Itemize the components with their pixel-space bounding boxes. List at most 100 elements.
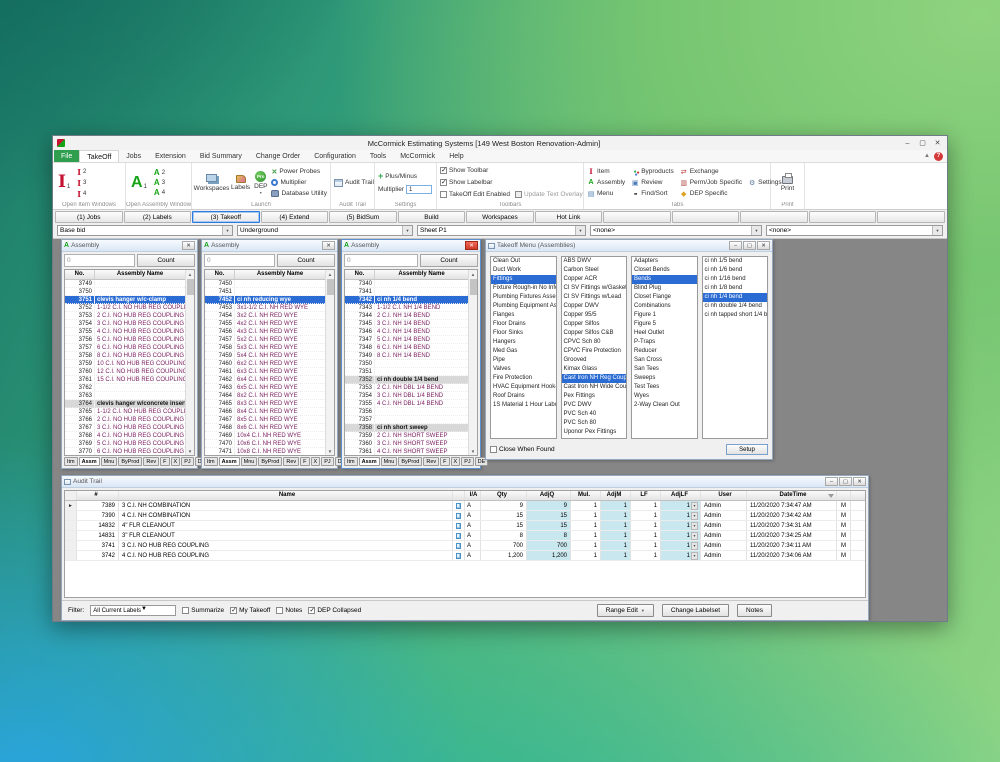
scrollbar[interactable]: ▲ ▼ xyxy=(325,270,334,455)
ribbon-tab-toggle[interactable]: Menu xyxy=(587,188,625,199)
area-dropdown[interactable]: Underground ▼ xyxy=(237,225,413,236)
column-header-name[interactable]: Assembly Name xyxy=(375,270,468,279)
list-item[interactable]: 7353 2 C.I. NH DBL 1/4 BEND xyxy=(345,384,468,392)
list-item[interactable]: 7341 xyxy=(345,288,468,296)
column-header[interactable]: AdjLF xyxy=(661,491,701,500)
list-item[interactable]: Test Tees xyxy=(632,383,697,392)
ribbon-tab-toggle[interactable]: Find/Sort xyxy=(631,188,674,199)
list-item[interactable]: ci nh 1/16 bend xyxy=(703,275,768,284)
list-item[interactable]: Bends xyxy=(632,275,697,284)
ribbon-tab[interactable]: Bid Summary xyxy=(193,150,249,162)
panel-tab[interactable]: PJ xyxy=(181,457,193,466)
row-selector[interactable] xyxy=(65,531,77,540)
list-item[interactable]: 7342 ci nh 1/4 bend xyxy=(345,296,468,304)
list-item[interactable]: 7452 ci nh reducing wye xyxy=(205,296,325,304)
nav-button[interactable] xyxy=(740,211,808,223)
list-item[interactable]: 7459 5x4 C.I. NH RED WYE xyxy=(205,352,325,360)
dep-collapsed-checkbox[interactable]: DEP Collapsed xyxy=(308,605,361,616)
list-item[interactable]: 7340 xyxy=(345,280,468,288)
list-item[interactable]: Plumbing Fixtures Assem.. xyxy=(491,293,556,302)
database-utility-button[interactable]: Database Utility xyxy=(271,188,327,199)
panel-tab[interactable]: X xyxy=(311,457,321,466)
panel-tab[interactable]: ByProd xyxy=(398,457,422,466)
chevron-down-icon[interactable]: ▼ xyxy=(691,542,698,550)
nav-button[interactable] xyxy=(672,211,740,223)
multiplier-input[interactable]: 1 xyxy=(406,185,432,194)
nav-button[interactable]: (4) Extend xyxy=(261,211,329,223)
panel-tab[interactable]: Mnu xyxy=(241,457,258,466)
table-row[interactable]: 14832 4" FLR CLEANOUT A 15 15 1 1 1 1▼ A… xyxy=(65,521,865,531)
list-item[interactable]: 7465 8x3 C.I. NH RED WYE xyxy=(205,400,325,408)
item-detail-icon[interactable] xyxy=(456,503,461,509)
close-icon[interactable]: ✕ xyxy=(322,241,335,250)
nav-button[interactable] xyxy=(877,211,945,223)
change-labelset-button[interactable]: Change Labelset xyxy=(662,604,729,617)
list-item[interactable]: 3761 15 C.I. NO HUB REG COUPLING xyxy=(65,376,185,384)
list-item[interactable]: 3758 8 C.I. NO HUB REG COUPLING xyxy=(65,352,185,360)
list-item[interactable]: Floor Sinks xyxy=(491,329,556,338)
plus-minus-button[interactable]: + Plus/Minus xyxy=(378,171,432,182)
close-when-found-checkbox[interactable]: Close When Found xyxy=(490,444,555,455)
panel-tab[interactable]: X xyxy=(451,457,461,466)
list-item[interactable]: ci nh 1/4 bend xyxy=(703,293,768,302)
list-item[interactable]: Blind Plug xyxy=(632,284,697,293)
list-item[interactable]: 7466 8x4 C.I. NH RED WYE xyxy=(205,408,325,416)
column-header-name[interactable]: Assembly Name xyxy=(95,270,185,279)
chevron-down-icon[interactable]: ▼ xyxy=(691,512,698,520)
list-item[interactable]: 3754 3 C.I. NO HUB REG COUPLING xyxy=(65,320,185,328)
row-selector[interactable] xyxy=(65,511,77,520)
nav-button[interactable] xyxy=(809,211,877,223)
nav-button[interactable]: (5) BidSum xyxy=(329,211,397,223)
scroll-up-icon[interactable]: ▲ xyxy=(188,270,192,278)
list-item[interactable]: 3755 4 C.I. NO HUB REG COUPLING xyxy=(65,328,185,336)
scroll-up-icon[interactable]: ▲ xyxy=(471,270,475,278)
list-item[interactable]: 7460 6x2 C.I. NH RED WYE xyxy=(205,360,325,368)
list-item[interactable]: 7463 6x5 C.I. NH RED WYE xyxy=(205,384,325,392)
list-item[interactable]: Figure 5 xyxy=(632,320,697,329)
row-selector[interactable]: ► xyxy=(65,501,77,510)
list-item[interactable]: 7470 10x6 C.I. NH RED WYE xyxy=(205,440,325,448)
count-button[interactable]: Count xyxy=(277,254,335,267)
column-header[interactable]: LF xyxy=(631,491,661,500)
chevron-down-icon[interactable]: ▼ xyxy=(691,552,698,560)
list-item[interactable]: 7345 3 C.I. NH 1/4 BEND xyxy=(345,320,468,328)
list-item[interactable]: CPVC Fire Protection xyxy=(562,347,627,356)
setup-button[interactable]: Setup xyxy=(726,444,768,455)
nav-button[interactable]: (1) Jobs xyxy=(55,211,123,223)
list-item[interactable]: 3768 4 C.I. NO HUB REG COUPLING xyxy=(65,432,185,440)
maximize-icon[interactable]: ▢ xyxy=(743,241,756,250)
list-item[interactable]: 7354 3 C.I. NH DBL 1/4 BEND xyxy=(345,392,468,400)
multiplier-button[interactable]: Multiplier xyxy=(271,177,327,188)
list-item[interactable]: ci nh double 1/4 bend xyxy=(703,302,768,311)
list-item[interactable]: Copper 95/5 xyxy=(562,311,627,320)
sheet-dropdown[interactable]: Sheet P1 ▼ xyxy=(417,225,586,236)
panel-tab[interactable]: Itm xyxy=(64,457,78,466)
ribbon-tab[interactable]: Tools xyxy=(363,150,393,162)
close-icon[interactable]: ✕ xyxy=(930,137,945,149)
column-header[interactable]: User xyxy=(701,491,747,500)
ribbon-tab[interactable]: Extension xyxy=(148,150,193,162)
scroll-down-icon[interactable]: ▼ xyxy=(188,447,192,455)
list-item[interactable]: ci nh tapped short 1/4 bend xyxy=(703,311,768,320)
nav-button[interactable]: Hot Link xyxy=(535,211,603,223)
list-item[interactable]: 7344 2 C.I. NH 1/4 BEND xyxy=(345,312,468,320)
list-item[interactable]: Fittings xyxy=(491,275,556,284)
scroll-thumb[interactable] xyxy=(327,279,334,295)
ribbon-tab[interactable]: McCormick xyxy=(393,150,442,162)
column-header[interactable]: # xyxy=(77,491,119,500)
list-item[interactable]: 7461 6x3 C.I. NH RED WYE xyxy=(205,368,325,376)
ribbon-tab[interactable]: Change Order xyxy=(249,150,307,162)
list-item[interactable]: 7462 6x4 C.I. NH RED WYE xyxy=(205,376,325,384)
notes-button[interactable]: Notes xyxy=(737,604,772,617)
table-row[interactable]: 3742 4 C.I. NO HUB REG COUPLING A 1,200 … xyxy=(65,551,865,561)
ribbon-tab[interactable]: Help xyxy=(442,150,470,162)
list-item[interactable]: 7468 8x6 C.I. NH RED WYE xyxy=(205,424,325,432)
list-item[interactable]: 3760 12 C.I. NO HUB REG COUPLING xyxy=(65,368,185,376)
ribbon-tab-toggle[interactable]: Perm/Job Specific xyxy=(680,177,742,188)
row-selector[interactable] xyxy=(65,551,77,560)
list-item[interactable]: 7346 4 C.I. NH 1/4 BEND xyxy=(345,328,468,336)
list-item[interactable]: 7464 8x2 C.I. NH RED WYE xyxy=(205,392,325,400)
maximize-icon[interactable]: ▢ xyxy=(839,477,852,486)
list-item[interactable]: P-Traps xyxy=(632,338,697,347)
column-header[interactable]: AdjM xyxy=(601,491,631,500)
